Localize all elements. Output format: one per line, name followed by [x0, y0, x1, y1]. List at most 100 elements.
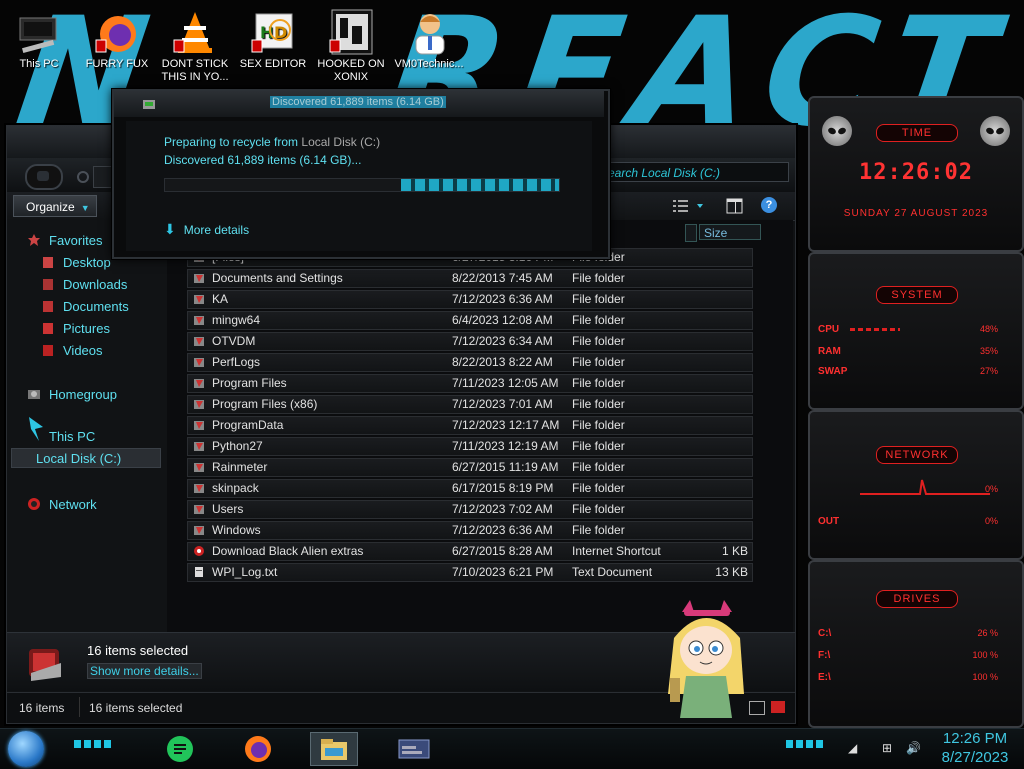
desktop-icon-label: FURRY FUX: [85, 58, 149, 70]
taskbar-clock[interactable]: 12:26 PM 8/27/2023: [930, 729, 1020, 767]
table-row[interactable]: OTVDM 7/12/2023 6:34 AM File folder: [187, 332, 753, 351]
file-type: File folder: [572, 502, 625, 516]
firefox-icon: [94, 8, 140, 56]
desktop-icon-hooked-on-xonix[interactable]: HOOKED ON XONIX: [312, 4, 390, 84]
taskbar-app-notes[interactable]: [160, 732, 200, 766]
table-row[interactable]: WPI_Log.txt 7/10/2023 6:21 PM Text Documen…: [187, 563, 753, 582]
organize-button[interactable]: Organize ▼: [13, 195, 97, 217]
nav-homegroup[interactable]: Homegroup: [27, 384, 117, 404]
dialog-titlebar[interactable]: Discovered 61,889 items (6.14 GB): [114, 91, 604, 117]
file-date: 8/22/2013 7:45 AM: [452, 271, 553, 285]
ram-value: 35%: [979, 346, 998, 356]
taskbar-app-firefox[interactable]: [238, 732, 278, 766]
table-row[interactable]: PerfLogs 8/22/2013 8:22 AM File folder: [187, 353, 753, 372]
file-date: 7/12/2023 7:01 AM: [452, 397, 553, 411]
nav-label: Local Disk (C:): [36, 450, 122, 466]
search-input[interactable]: Search Local Disk (C:): [593, 162, 789, 182]
file-date: 7/12/2023 6:34 AM: [452, 334, 553, 348]
file-type: File folder: [572, 439, 625, 453]
folder-icon: [193, 461, 205, 473]
file-size: 13 KB: [715, 565, 748, 579]
table-row[interactable]: Program Files (x86) 7/12/2023 7:01 AM File…: [187, 395, 753, 414]
drive-f-label: F:\: [818, 650, 831, 661]
downloads-folder-icon: [41, 277, 55, 291]
alien-head-icon: [822, 116, 852, 146]
nav-this-pc[interactable]: This PC: [27, 417, 95, 446]
forward-button[interactable]: [77, 171, 89, 183]
view-list-icon: [673, 200, 703, 212]
column-divider[interactable]: [685, 224, 697, 242]
volume-icon[interactable]: 🔊: [906, 741, 921, 755]
table-row[interactable]: Windows 7/12/2023 6:36 AM File folder: [187, 521, 753, 540]
desktop-icon-furry-fux[interactable]: FURRY FUX: [78, 4, 156, 71]
table-row[interactable]: Documents and Settings 8/22/2013 7:45 AM F…: [187, 269, 753, 288]
table-row[interactable]: KA 7/12/2023 6:36 AM File folder: [187, 290, 753, 309]
network-tray-icon[interactable]: ⊞: [882, 741, 896, 755]
column-header-size[interactable]: Size: [699, 224, 761, 240]
help-button[interactable]: ?: [761, 197, 777, 213]
desktop-icon-dont-stick[interactable]: DONT STICK THIS IN YO...: [156, 4, 234, 84]
back-button[interactable]: [25, 164, 63, 190]
nav-local-disk[interactable]: Local Disk (C:): [11, 448, 161, 468]
internet-shortcut-icon: [193, 545, 205, 557]
doctor-person-icon: [406, 8, 452, 56]
source-location: Local Disk (C:): [301, 135, 381, 149]
desktop-icon-label: DONT STICK THIS IN YO...: [161, 58, 229, 83]
folder-icon: [193, 356, 205, 368]
nav-desktop[interactable]: Desktop: [41, 252, 111, 272]
table-row[interactable]: Rainmeter 6/27/2015 11:19 AM File folder: [187, 458, 753, 477]
file-date: 7/11/2023 12:19 AM: [452, 439, 559, 453]
start-button[interactable]: [8, 731, 44, 767]
folder-icon: [193, 503, 205, 515]
nav-favorites[interactable]: Favorites: [27, 230, 102, 250]
table-row[interactable]: Users 7/12/2023 7:02 AM File folder: [187, 500, 753, 519]
taskbar-app-window[interactable]: [392, 732, 436, 766]
discovered-text: Discovered 61,889 items (6.14 GB)...: [164, 153, 362, 167]
taskbar-app-explorer[interactable]: [310, 732, 358, 766]
table-row[interactable]: mingw64 6/4/2023 12:08 AM File folder: [187, 311, 753, 330]
table-row[interactable]: ProgramData 7/12/2023 12:17 AM File folder: [187, 416, 753, 435]
nav-label: Pictures: [63, 320, 110, 336]
nav-network[interactable]: Network: [27, 494, 97, 514]
preview-pane-button[interactable]: [725, 196, 745, 216]
table-row[interactable]: Download Black Alien extras 6/27/2015 8:2…: [187, 542, 753, 561]
file-date: 6/17/2015 8:19 PM: [452, 481, 554, 495]
pictures-folder-icon: [41, 321, 55, 335]
dialog-body: Preparing to recycle from Local Disk (C:…: [126, 121, 592, 251]
recycle-progress-dialog[interactable]: Discovered 61,889 items (6.14 GB) Prepar…: [112, 89, 610, 259]
file-date: 7/10/2023 6:21 PM: [452, 565, 554, 579]
change-view-button[interactable]: [671, 196, 707, 216]
taskbar-deco: [74, 740, 114, 748]
file-type: Text Document: [572, 565, 653, 579]
preview-pane-icon: [726, 198, 743, 214]
show-more-details-link[interactable]: Show more details...: [87, 663, 202, 679]
desktop-icon-this-pc[interactable]: This PC: [0, 4, 78, 71]
nav-documents[interactable]: Documents: [41, 296, 129, 316]
cpu-value: 48%: [979, 324, 998, 334]
clock-time: 12:26:02: [859, 160, 973, 185]
file-type: File folder: [572, 313, 625, 327]
file-date: 6/27/2015 11:19 AM: [452, 460, 559, 474]
file-type: File folder: [572, 355, 625, 369]
table-row[interactable]: Program Files 7/11/2023 12:05 AM File fold…: [187, 374, 753, 393]
homegroup-icon: [27, 387, 41, 401]
desktop-icon-vm0technic[interactable]: VM0Technic...: [390, 4, 468, 71]
swap-label: SWAP: [818, 366, 848, 377]
folder-icon: [193, 524, 205, 536]
table-row[interactable]: skinpack 6/17/2015 8:19 PM File folder: [187, 479, 753, 498]
nav-pictures[interactable]: Pictures: [41, 318, 110, 338]
arrow-down-icon: ⬇: [164, 221, 176, 237]
more-details-button[interactable]: ⬇ More details: [164, 221, 249, 238]
file-name: PerfLogs: [212, 355, 261, 369]
large-icons-view-icon[interactable]: [771, 701, 785, 713]
nav-downloads[interactable]: Downloads: [41, 274, 127, 294]
folder-icon: [193, 314, 205, 326]
chevron-down-icon: ▼: [80, 203, 90, 213]
swap-value: 27%: [979, 366, 998, 376]
file-type: File folder: [572, 397, 625, 411]
desktop-icon-sex-editor[interactable]: HD SEX EDITOR: [234, 4, 312, 71]
nav-videos[interactable]: Videos: [41, 340, 103, 360]
table-row[interactable]: Python27 7/11/2023 12:19 AM File folder: [187, 437, 753, 456]
tray-expand-icon[interactable]: ◢: [848, 741, 862, 755]
drive-f-value: 100 %: [972, 650, 998, 660]
